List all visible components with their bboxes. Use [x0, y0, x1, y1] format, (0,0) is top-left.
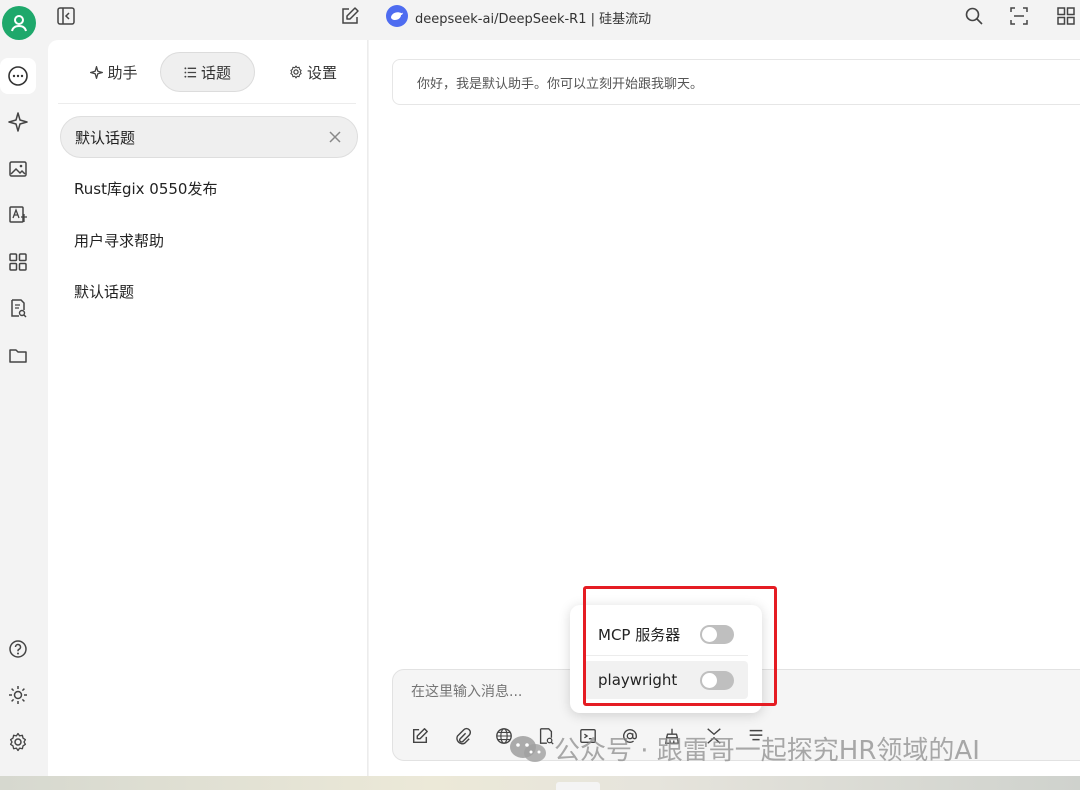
topic-item[interactable]: 默认话题: [60, 270, 358, 312]
close-icon[interactable]: [327, 129, 343, 145]
tab-assistant[interactable]: 助手: [68, 52, 160, 92]
top-bar: deepseek-ai/DeepSeek-R1 | 硅基流动: [48, 0, 1080, 40]
sparkle-icon: [8, 112, 28, 132]
rail-help-button[interactable]: [0, 631, 36, 667]
new-topic-tool-button[interactable]: [408, 724, 432, 748]
tab-settings[interactable]: 设置: [268, 52, 358, 92]
icon-rail: [0, 0, 48, 776]
grid-view-button[interactable]: [1052, 2, 1080, 30]
rail-settings-button[interactable]: [0, 724, 36, 760]
search-icon: [965, 7, 983, 25]
sun-icon: [9, 686, 27, 704]
tab-label: 设置: [306, 63, 337, 82]
tab-label: 助手: [107, 63, 138, 82]
tab-label: 话题: [200, 63, 231, 82]
gear-icon: [9, 732, 27, 752]
rail-translate-button[interactable]: [0, 197, 36, 233]
topic-item[interactable]: Rust库gix 0550发布: [60, 167, 358, 209]
panel-tabs: 助手 话题 设置: [58, 50, 356, 104]
chat-bubble-icon: [8, 66, 28, 86]
tab-topics[interactable]: 话题: [160, 52, 255, 92]
desktop-tab: [556, 782, 600, 790]
help-circle-icon: [9, 640, 27, 658]
topic-label: Rust库gix 0550发布: [74, 179, 218, 198]
gear-icon: [290, 65, 302, 79]
topic-item[interactable]: 用户寻求帮助: [60, 219, 358, 261]
layout-toggle-button[interactable]: [1005, 2, 1033, 30]
document-search-icon: [11, 299, 27, 318]
topic-item-active[interactable]: 默认话题: [60, 116, 358, 158]
folder-icon: [9, 349, 27, 363]
watermark: 公众号 · 跟雷哥一起探究HR领域的AI: [508, 730, 980, 767]
rail-image-button[interactable]: [0, 151, 36, 187]
image-icon: [9, 161, 27, 177]
rail-apps-button[interactable]: [0, 244, 36, 280]
edit-icon: [412, 728, 428, 744]
attach-button[interactable]: [450, 724, 474, 748]
rail-agents-button[interactable]: [0, 104, 36, 140]
rail-chat-button[interactable]: [0, 58, 36, 94]
rail-theme-button[interactable]: [0, 677, 36, 713]
watermark-text: 公众号 · 跟雷哥一起探究HR领域的AI: [554, 736, 980, 766]
translate-icon: [9, 206, 27, 223]
user-icon: [11, 15, 27, 32]
model-title[interactable]: deepseek-ai/DeepSeek-R1 | 硅基流动: [415, 8, 651, 27]
sidebar-collapse-icon: [57, 7, 75, 25]
apps-grid-icon: [9, 253, 27, 271]
desktop-strip: [0, 776, 1080, 790]
expand-icon: [1010, 7, 1028, 25]
collapse-sidebar-button[interactable]: [52, 2, 80, 30]
whale-icon: [391, 12, 403, 20]
topic-label: 用户寻求帮助: [74, 231, 165, 250]
sparkle-icon: [90, 65, 104, 79]
model-logo: [386, 5, 408, 27]
list-icon: [184, 66, 197, 78]
search-button[interactable]: [960, 2, 988, 30]
new-topic-button[interactable]: [336, 2, 364, 30]
rail-knowledge-button[interactable]: [0, 290, 36, 326]
highlight-annotation-box: [583, 586, 777, 706]
assistant-greeting: 你好，我是默认助手。你可以立刻开始跟我聊天。: [392, 59, 1080, 105]
user-avatar[interactable]: [2, 6, 36, 40]
edit-icon: [342, 7, 359, 24]
grid-icon: [1057, 7, 1075, 25]
topic-label: 默认话题: [75, 128, 136, 147]
wechat-icon: [510, 735, 546, 762]
paperclip-icon: [456, 727, 471, 745]
rail-files-button[interactable]: [0, 337, 36, 373]
topic-label: 默认话题: [74, 282, 135, 301]
topics-panel: 助手 话题 设置 默认话题 Rust库gix 0550发布 用户寻求帮助 默认话…: [48, 40, 368, 776]
